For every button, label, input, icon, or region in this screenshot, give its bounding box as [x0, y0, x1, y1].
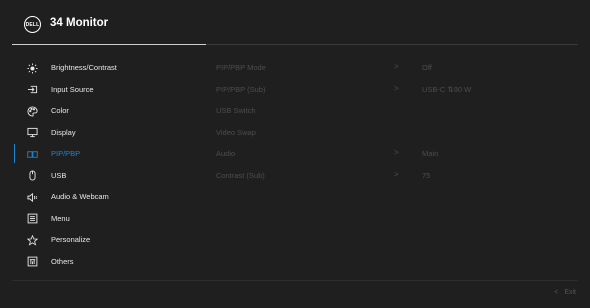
active-indicator — [14, 144, 15, 163]
exit-button[interactable]: < Exit — [554, 289, 576, 296]
chevron-right-icon: > — [394, 148, 399, 157]
submenu-row-pip-pbp-mode: PIP/PBP Mode > Off — [206, 57, 578, 79]
menu-item-brightness-contrast[interactable]: Brightness/Contrast — [0, 57, 206, 79]
submenu-row-video-swap: Video Swap — [206, 122, 578, 144]
menu-item-display[interactable]: Display — [0, 122, 206, 144]
pip-pbp-icon — [25, 147, 39, 161]
dell-logo: DELL — [24, 16, 41, 33]
monitor-osd: DELL 34 Monitor Brightness/Contrast Inpu… — [0, 0, 590, 308]
main-menu: Brightness/Contrast Input Source Color D… — [0, 57, 206, 272]
submenu-label: Audio — [216, 149, 236, 158]
menu-item-pip-pbp[interactable]: PIP/PBP — [0, 143, 206, 165]
submenu-row-pip-pbp-sub: PIP/PBP (Sub) > USB-C ⇅90 W — [206, 79, 578, 101]
submenu-label: PIP/PBP Mode — [216, 63, 266, 72]
chevron-right-icon: > — [394, 83, 399, 93]
chevron-left-icon: < — [554, 289, 559, 296]
submenu-value: 75 — [422, 170, 431, 180]
submenu-row-usb-switch: USB Switch — [206, 100, 578, 122]
footer-divider — [12, 280, 578, 281]
menu-item-others[interactable]: Others — [0, 251, 206, 273]
brightness-icon — [25, 61, 39, 75]
menu-item-label: Brightness/Contrast — [51, 63, 117, 72]
audio-webcam-icon — [25, 190, 39, 204]
submenu-label: Video Swap — [216, 127, 256, 137]
menu-item-color[interactable]: Color — [0, 100, 206, 122]
menu-item-label: Input Source — [51, 84, 94, 94]
header-divider — [12, 44, 206, 45]
dell-logo-text: DELL — [25, 21, 40, 28]
menu-item-input-source[interactable]: Input Source — [0, 79, 206, 101]
menu-item-label: Audio & Webcam — [51, 192, 109, 201]
submenu-value: USB-C ⇅90 W — [422, 84, 472, 94]
submenu-value: Main — [422, 149, 439, 158]
submenu-label: USB Switch — [216, 106, 256, 115]
submenu-row-audio: Audio > Main — [206, 143, 578, 165]
others-icon — [25, 255, 39, 269]
menu-item-audio-webcam[interactable]: Audio & Webcam — [0, 186, 206, 208]
pip-pbp-submenu: PIP/PBP Mode > Off PIP/PBP (Sub) > USB-C… — [206, 57, 578, 186]
menu-item-label: Color — [51, 106, 69, 115]
page-title: 34 Monitor — [50, 17, 109, 29]
input-source-icon — [25, 83, 39, 97]
header-divider-dim — [206, 44, 578, 45]
menu-item-label: PIP/PBP — [51, 149, 81, 158]
submenu-label: Contrast (Sub) — [216, 170, 265, 180]
color-palette-icon — [25, 104, 39, 118]
exit-label: Exit — [564, 289, 576, 296]
menu-item-label: Display — [51, 127, 76, 137]
submenu-label: PIP/PBP (Sub) — [216, 84, 266, 94]
submenu-value: Off — [422, 63, 432, 72]
usb-mouse-icon — [25, 169, 39, 183]
submenu-row-contrast-sub: Contrast (Sub) > 75 — [206, 165, 578, 187]
menu-item-label: Others — [51, 256, 74, 266]
chevron-right-icon: > — [394, 62, 399, 71]
menu-item-personalize[interactable]: Personalize — [0, 229, 206, 251]
menu-item-label: USB — [51, 170, 67, 180]
star-icon — [25, 233, 39, 247]
menu-item-menu[interactable]: Menu — [0, 208, 206, 230]
menu-list-icon — [25, 212, 39, 226]
display-icon — [25, 126, 39, 140]
chevron-right-icon: > — [394, 169, 399, 179]
menu-item-label: Menu — [51, 213, 70, 223]
menu-item-label: Personalize — [51, 235, 91, 244]
osd-header: DELL 34 Monitor — [0, 0, 590, 46]
menu-item-usb[interactable]: USB — [0, 165, 206, 187]
